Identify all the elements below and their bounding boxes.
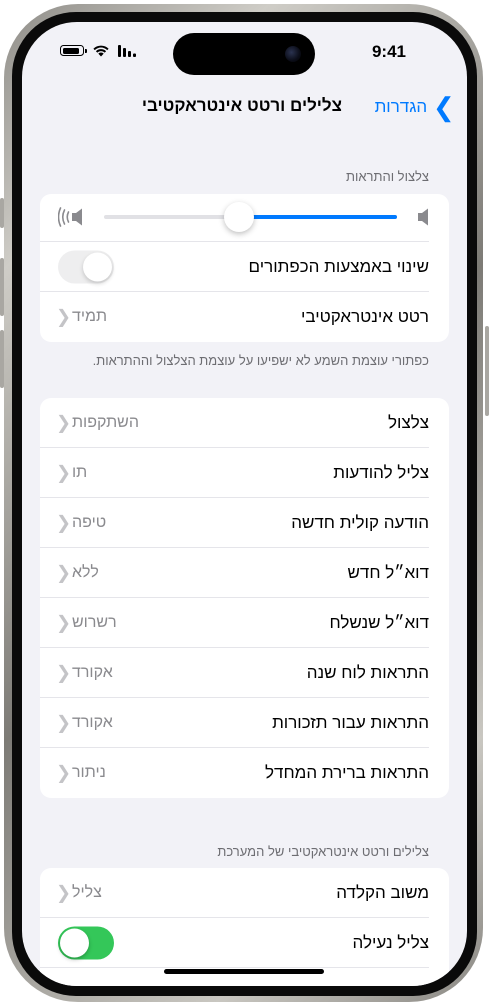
chevron-left-icon: ❮: [56, 412, 72, 433]
chevron-left-icon: ❮: [56, 712, 72, 733]
back-button-label: הגדרות: [374, 97, 428, 116]
change-with-buttons-toggle[interactable]: [58, 250, 114, 284]
sounds-group: צלצול השתקפות ❮ צליל להודעות תו ❮ הודעה קולי…: [40, 398, 449, 798]
sound-row-value: רשרוש: [72, 614, 117, 631]
system-section-header: צלילים ורטט אינטראקטיבי של המערכת: [217, 844, 429, 859]
chevron-left-icon: ❮: [56, 562, 72, 583]
sound-row-label: הודעה קולית חדשה: [291, 513, 429, 532]
sound-row-label: צליל להודעות: [333, 463, 429, 482]
sound-row-reminder-alerts[interactable]: התראות עבור תזכורות אקורד ❮: [40, 698, 449, 748]
sound-row-label: התראות לוח שנה: [306, 663, 429, 682]
chevron-left-icon: ❮: [56, 882, 72, 903]
ringer-section-footer: כפתורי עוצמת השמע לא ישפיעו על עוצמת הצל…: [92, 353, 429, 368]
cellular-signal-icon: [118, 44, 136, 57]
speaker-waves-icon: [58, 207, 82, 227]
sound-row-label: צלצול: [388, 413, 429, 432]
screen: 9:41 ❮ הגדרות צלילים ורטט אינטראקטיבי צל…: [22, 22, 467, 986]
chevron-left-icon: ❮: [56, 612, 72, 633]
sound-row-sent-mail[interactable]: דוא״ל שנשלח רשרוש ❮: [40, 598, 449, 648]
action-button: [0, 198, 4, 228]
navigation-bar: ❮ הגדרות צלילים ורטט אינטראקטיבי: [22, 90, 467, 130]
sound-row-value: השתקפות: [72, 414, 139, 431]
volume-up-button: [0, 258, 4, 316]
volume-down-button: [0, 330, 4, 388]
speaker-icon: [418, 208, 428, 226]
sound-row-ringtone[interactable]: צלצול השתקפות ❮: [40, 398, 449, 448]
keyboard-feedback-value: צליל: [72, 884, 102, 901]
dynamic-island: [173, 33, 315, 75]
back-button[interactable]: ❮ הגדרות: [374, 92, 455, 122]
chevron-left-icon: ❮: [56, 462, 72, 483]
volume-slider-knob[interactable]: [223, 202, 254, 232]
sound-row-new-mail[interactable]: דוא״ל חדש ללא ❮: [40, 548, 449, 598]
keyboard-feedback-row[interactable]: משוב הקלדה צליל ❮: [40, 868, 449, 918]
keyboard-feedback-label: משוב הקלדה: [336, 883, 429, 902]
sound-row-value: ללא: [72, 564, 99, 581]
change-with-buttons-row: שינוי באמצעות הכפתורים: [40, 242, 449, 292]
home-indicator: [164, 969, 324, 974]
sound-row-value: אקורד: [72, 714, 113, 731]
chevron-left-icon: ❮: [56, 306, 72, 327]
sound-row-value: טיפה: [72, 514, 107, 531]
status-time: 9:41: [371, 42, 406, 61]
sound-row-value: ניתור: [72, 764, 106, 781]
haptics-row[interactable]: רטט אינטראקטיבי תמיד ❮: [40, 292, 449, 342]
sound-row-label: דוא״ל חדש: [347, 563, 429, 582]
chevron-left-icon: ❮: [56, 662, 72, 683]
ringer-group: שינוי באמצעות הכפתורים רטט אינטראקטיבי ת…: [40, 194, 449, 342]
page-title: צלילים ורטט אינטראקטיבי: [141, 96, 342, 115]
status-icons: [60, 44, 136, 57]
sound-row-new-voicemail[interactable]: הודעה קולית חדשה טיפה ❮: [40, 498, 449, 548]
sound-row-value: תו: [72, 464, 88, 481]
sound-row-value: אקורד: [72, 664, 113, 681]
volume-slider-row: [40, 194, 449, 242]
volume-slider-fill: [238, 215, 397, 219]
sound-row-label: התראות עבור תזכורות: [272, 713, 429, 732]
sound-row-label: התראות ברירת המחדל: [265, 763, 429, 782]
ringer-section-header: צלצול והתראות: [346, 169, 429, 184]
lock-sound-toggle[interactable]: [58, 926, 114, 960]
haptics-value: תמיד: [72, 308, 108, 325]
lock-sound-row: צליל נעילה: [40, 918, 449, 968]
front-camera: [285, 46, 301, 62]
sound-row-default-alerts[interactable]: התראות ברירת המחדל ניתור ❮: [40, 748, 449, 798]
chevron-left-icon: ❮: [56, 762, 72, 783]
sound-row-label: דוא״ל שנשלח: [329, 613, 429, 632]
chevron-left-icon: ❮: [56, 512, 72, 533]
side-button: [485, 326, 489, 416]
wifi-icon: [93, 45, 109, 57]
haptics-label: רטט אינטראקטיבי: [300, 307, 429, 326]
chevron-back-icon: ❮: [433, 92, 455, 122]
battery-icon: [60, 45, 87, 56]
volume-slider[interactable]: [104, 202, 397, 232]
sound-row-calendar-alerts[interactable]: התראות לוח שנה אקורד ❮: [40, 648, 449, 698]
sound-row-text-tone[interactable]: צליל להודעות תו ❮: [40, 448, 449, 498]
